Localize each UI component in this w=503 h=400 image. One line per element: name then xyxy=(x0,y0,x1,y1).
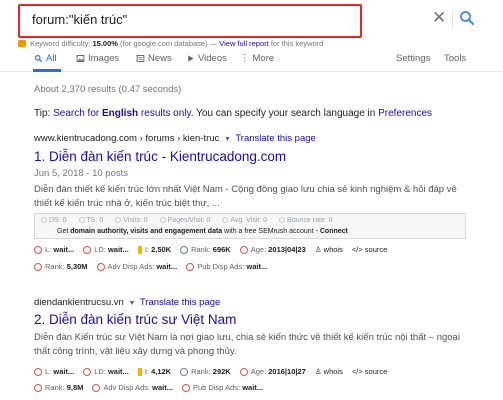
tab-more[interactable]: ⋮ More xyxy=(240,53,274,64)
result-2-metrics-row-1: L: wait... LD: wait... I: 4,12K Rank: 29… xyxy=(34,367,396,376)
metric-rank-2[interactable]: Rank: 5,30M xyxy=(34,262,88,271)
video-icon xyxy=(188,55,194,62)
tab-images-label: Images xyxy=(88,53,120,64)
source-link[interactable]: </> source xyxy=(352,367,387,376)
keyword-difficulty-line: Keyword difficulty: 15.00% (for google.c… xyxy=(18,39,323,48)
person-icon: ♙ xyxy=(314,245,322,254)
seo-pages-visit: Pages/Visit: 0 xyxy=(159,217,210,224)
tab-videos-label: Videos xyxy=(198,53,227,64)
seo-connect-row: Get domain authority, visits and engagem… xyxy=(57,228,348,235)
tab-tools[interactable]: Tools xyxy=(444,53,466,64)
tip-link-b: English xyxy=(102,108,139,119)
search-tabs: All Images News Videos ⋮ More Settings T… xyxy=(0,50,503,72)
tab-news-label: News xyxy=(148,53,172,64)
dropdown-arrow-icon[interactable]: ▼ xyxy=(224,136,231,143)
result-1-title[interactable]: 1. Diễn đàn kiến trúc - Kientrucadong.co… xyxy=(34,149,286,164)
result-1-url-text: www.kientrucadong.com › forums › kien-tr… xyxy=(34,133,220,144)
result-2-url[interactable]: diendankientrucsu.vn ▼ Translate this pa… xyxy=(34,297,220,308)
tab-more-label: More xyxy=(252,53,275,64)
tab-images[interactable]: Images xyxy=(76,53,119,64)
metric-pub-disp-ads[interactable]: Pub Disp Ads: wait... xyxy=(182,383,263,392)
tab-all-label: All xyxy=(46,53,57,64)
news-icon xyxy=(136,55,145,62)
metric-adv-disp-ads[interactable]: Adv Disp Ads: wait... xyxy=(96,262,177,271)
result-2-snippet: Diễn đàn Kiến trúc sư Việt Nam là nơi gi… xyxy=(34,332,460,357)
metric-age[interactable]: Age: 2016|10|27 xyxy=(239,367,306,376)
result-1-snippet: Diễn đàn thiết kế kiến trúc lớn nhất Việ… xyxy=(34,184,457,209)
metric-adv-disp-ads[interactable]: Adv Disp Ads: wait... xyxy=(92,383,173,392)
metric-i[interactable]: I: 2,50K xyxy=(137,245,171,254)
result-2-url-text: diendankientrucsu.vn xyxy=(34,297,124,308)
seo-domain-authority-text: domain authority, visits and engagement … xyxy=(70,228,223,235)
tip-link-a: Search for xyxy=(53,108,100,119)
metric-l[interactable]: L: wait... xyxy=(34,367,74,376)
dropdown-arrow-icon[interactable]: ▼ xyxy=(128,300,135,307)
whois-link[interactable]: ♙ whois xyxy=(315,367,343,376)
tip-prefix: Tip: xyxy=(34,108,51,119)
seo-bounce-rate: Bounce rate: 0 xyxy=(279,217,333,224)
seo-visits: Visits: 0 xyxy=(115,217,148,224)
result-2-translate-link[interactable]: Translate this page xyxy=(140,297,220,308)
tip-middle: . You can specify your search language i… xyxy=(190,108,376,119)
search-icon[interactable] xyxy=(458,9,476,27)
result-1-url[interactable]: www.kientrucadong.com › forums › kien-tr… xyxy=(34,133,316,144)
active-tab-indicator xyxy=(33,69,61,72)
preferences-link[interactable]: Preferences xyxy=(378,108,432,119)
metric-rank[interactable]: Rank: 292K xyxy=(180,367,231,376)
result-2-title[interactable]: 2. Diễn đàn kiến trúc sư Việt Nam xyxy=(34,312,236,327)
result-1-metrics-row-1: L: wait... LD: wait... I: 2,50K Rank: 69… xyxy=(34,245,396,254)
metric-ld[interactable]: LD: wait... xyxy=(83,245,129,254)
seo-ds: DS: 0 xyxy=(41,217,67,224)
person-icon: ♙ xyxy=(314,367,322,376)
metric-l[interactable]: L: wait... xyxy=(34,245,74,254)
metric-rank[interactable]: Rank: 696K xyxy=(180,245,231,254)
result-2-metrics-row-2: Rank: 9,8M Adv Disp Ads: wait... Pub Dis… xyxy=(34,383,272,392)
kw-prefix: Keyword difficulty: xyxy=(30,39,91,48)
tab-videos[interactable]: Videos xyxy=(186,53,227,64)
search-bar: forum:"kiến trúc" ✕ xyxy=(0,0,503,42)
view-full-report-link[interactable]: View full report xyxy=(219,39,268,48)
seo-connect-link[interactable]: Connect xyxy=(320,228,348,235)
code-icon: </> xyxy=(351,367,363,376)
code-icon: </> xyxy=(351,245,363,254)
result-1-seo-box: DS: 0 TS: 0 Visits: 0 Pages/Visit: 0 Avg… xyxy=(34,213,466,239)
image-icon xyxy=(76,55,85,62)
seo-ts: TS: 0 xyxy=(78,217,103,224)
tab-news[interactable]: News xyxy=(136,53,172,64)
kw-tail: for this keyword xyxy=(270,39,324,48)
metric-ld[interactable]: LD: wait... xyxy=(83,367,129,376)
whois-link[interactable]: ♙ whois xyxy=(315,245,343,254)
kw-suffix: (for google.com database) — xyxy=(120,39,218,48)
language-tip: Tip: Search for English results only. Yo… xyxy=(34,108,432,119)
seo-avg-visit: Avg. Visit: 0 xyxy=(222,217,267,224)
metric-pub-disp-ads[interactable]: Pub Disp Ads: wait... xyxy=(186,262,267,271)
kw-percent: 15.00% xyxy=(92,39,118,48)
search-divider xyxy=(452,10,453,28)
tab-settings[interactable]: Settings xyxy=(396,53,430,64)
more-dots-icon: ⋮ xyxy=(240,53,250,64)
metric-i[interactable]: I: 4,12K xyxy=(137,367,171,376)
seo-metrics-row: DS: 0 TS: 0 Visits: 0 Pages/Visit: 0 Avg… xyxy=(41,217,333,224)
clear-icon[interactable]: ✕ xyxy=(432,9,446,26)
metric-rank-2[interactable]: Rank: 9,8M xyxy=(34,383,83,392)
english-only-link[interactable]: Search for English results only xyxy=(53,108,191,119)
result-1-translate-link[interactable]: Translate this page xyxy=(235,133,315,144)
tab-all[interactable]: All xyxy=(34,53,57,64)
seo-get-text: Get xyxy=(57,228,69,235)
semrush-icon xyxy=(18,40,26,47)
search-icon xyxy=(34,54,43,63)
search-input[interactable]: forum:"kiến trúc" xyxy=(32,12,127,27)
seo-free-account-text: with a free SEMrush account - xyxy=(224,228,318,235)
metric-age[interactable]: Age: 2013|04|23 xyxy=(239,245,306,254)
result-stats: About 2,370 results (0.47 seconds) xyxy=(34,84,182,95)
source-link[interactable]: </> source xyxy=(352,245,387,254)
tip-link-c: results only xyxy=(140,108,191,119)
result-1-meta: Jun 5, 2018 - 10 posts xyxy=(34,168,129,179)
result-1-metrics-row-2: Rank: 5,30M Adv Disp Ads: wait... Pub Di… xyxy=(34,262,276,271)
